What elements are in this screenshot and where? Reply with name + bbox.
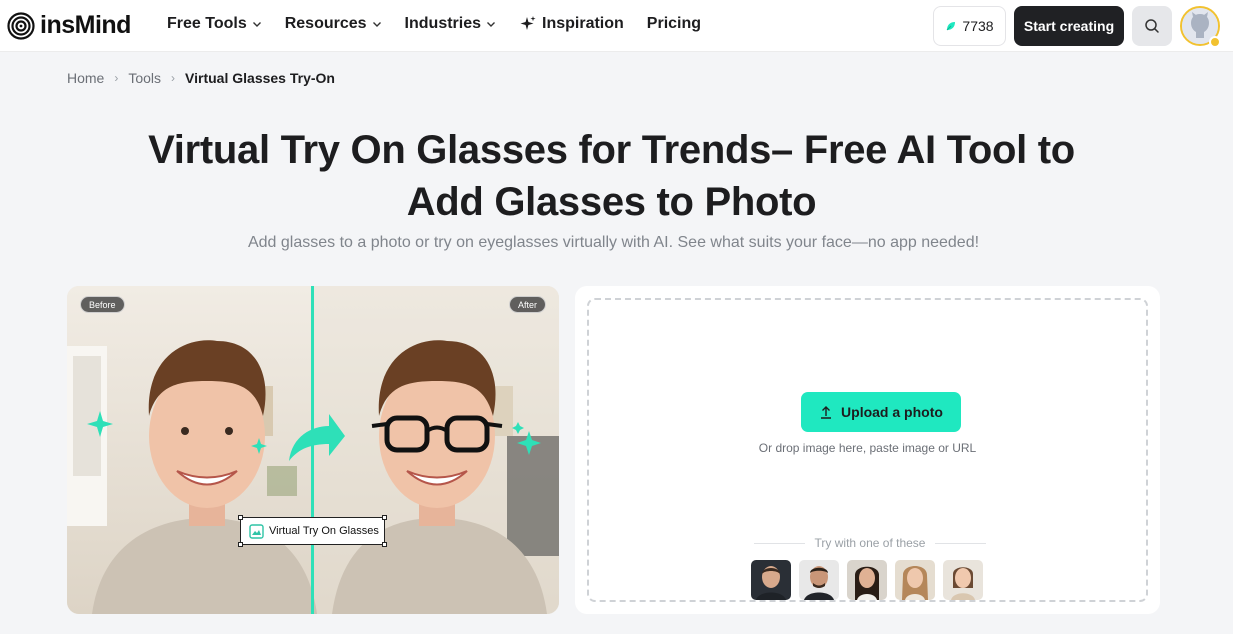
breadcrumb-current: Virtual Glasses Try-On [185,70,335,86]
page-title-line1: Virtual Try On Glasses for Trends– Free … [148,128,1075,172]
breadcrumb-tools[interactable]: Tools [128,70,161,86]
nav-free-tools-label: Free Tools [167,15,247,32]
sample-image-2[interactable] [799,560,839,600]
breadcrumb-separator: › [114,71,119,85]
nav-industries-label: Industries [404,15,482,32]
drop-hint: Or drop image here, paste image or URL [758,441,977,455]
sample-image-3[interactable] [847,560,887,600]
sample-thumbnail [943,560,983,600]
breadcrumb: Home › Tools › Virtual Glasses Try-On [67,70,335,86]
top-navbar: insMind Free Tools Resources Industries … [0,0,1233,52]
demo-illustration [67,286,559,614]
resize-handle [238,542,243,547]
nav-inspiration[interactable]: Inspiration [519,15,624,33]
breadcrumb-home[interactable]: Home [67,70,104,86]
page-title: Virtual Try On Glasses for Trends– Free … [0,124,1223,228]
after-badge: After [508,296,546,313]
image-icon [249,523,264,539]
sample-image-1[interactable] [751,560,791,600]
page-subtitle: Add glasses to a photo or try on eyeglas… [247,234,980,251]
search-icon [1145,19,1159,33]
nav-inspiration-label: Inspiration [542,15,624,32]
divider-line [935,542,987,544]
sample-image-4[interactable] [895,560,935,600]
try-samples-label: Try with one of these [814,536,926,550]
upload-card: Upload a photo Or drop image here, paste… [575,286,1160,614]
tool-tag: Virtual Try On Glasses [240,517,385,545]
chevron-down-icon [487,22,496,27]
logo[interactable]: insMind [7,11,131,40]
before-badge: Before [80,296,125,313]
chevron-down-icon [372,22,381,27]
tool-tag-label: Virtual Try On Glasses [269,525,379,537]
divider-line [754,542,805,544]
resize-handle [382,542,387,547]
nav-pricing[interactable]: Pricing [647,15,701,33]
credits-balance[interactable]: 7738 [933,6,1006,46]
sparkle-icon [520,16,536,30]
logo-text: insMind [40,11,131,39]
sample-thumbnail [799,560,839,600]
resize-handle [382,515,387,520]
logo-mark-icon [7,11,35,40]
sample-image-5[interactable] [943,560,983,600]
upload-icon [821,406,832,419]
avatar-status-badge [1209,36,1221,48]
nav-free-tools[interactable]: Free Tools [167,15,262,33]
breadcrumb-separator: › [171,71,176,85]
resize-handle [238,515,243,520]
nav-resources[interactable]: Resources [285,15,382,33]
search-button[interactable] [1132,6,1172,46]
start-creating-button[interactable]: Start creating [1014,6,1124,46]
sample-images [751,560,983,600]
sample-thumbnail [751,560,791,600]
page-title-line2: Add Glasses to Photo [406,180,817,224]
try-samples-divider: Try with one of these [754,536,987,550]
upload-photo-label: Upload a photo [841,404,943,420]
nav-pricing-label: Pricing [646,15,702,32]
upload-photo-button[interactable]: Upload a photo [801,392,961,432]
chevron-down-icon [252,22,261,27]
credit-leaf-icon [947,21,956,30]
sample-thumbnail [895,560,935,600]
credits-count: 7738 [962,18,994,34]
nav-resources-label: Resources [284,15,367,32]
main-nav: Free Tools Resources Industries Inspirat… [167,15,724,33]
before-after-demo-image: Before After Virtual Try On Glasses [67,286,559,614]
nav-industries[interactable]: Industries [405,15,496,33]
sample-thumbnail [847,560,887,600]
upload-dropzone[interactable]: Upload a photo Or drop image here, paste… [587,298,1148,602]
